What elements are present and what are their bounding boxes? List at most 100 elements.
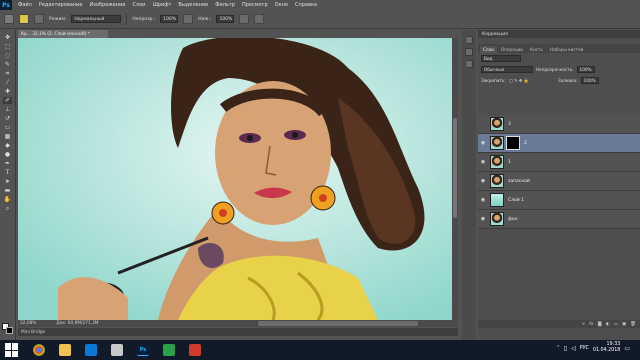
start-icon	[5, 343, 11, 350]
trash-icon[interactable]: 🗑	[630, 322, 636, 327]
mask-icon[interactable]: ◙	[597, 322, 601, 327]
hand-tool-icon[interactable]: ✋	[3, 196, 12, 203]
language-indicator[interactable]: РУС	[580, 346, 589, 351]
brush-size-icon[interactable]	[19, 14, 29, 24]
fx-icon[interactable]: fx	[589, 322, 593, 327]
layer-row[interactable]: ◉ Слой 1	[478, 191, 640, 210]
tab-brush[interactable]: Кисть	[527, 46, 546, 53]
photoshop-logo: Ps	[0, 0, 12, 10]
fill-field[interactable]: 100%	[580, 77, 599, 84]
link-icon[interactable]: ∞	[581, 322, 585, 327]
brush-panel-icon[interactable]	[34, 14, 44, 24]
menu-select[interactable]: Выделение	[178, 2, 208, 8]
brush-tool-icon[interactable]: ✐	[3, 97, 12, 104]
mode-select[interactable]: Нормальный	[71, 15, 122, 23]
document-tab[interactable]: Кр... 32,1% (2, Слой-маска/8) *	[18, 30, 108, 38]
vertical-scrollbar[interactable]	[452, 38, 458, 320]
history-brush-tool-icon[interactable]: ↺	[3, 115, 12, 122]
brush-preset-icon[interactable]	[4, 14, 14, 24]
layers-footer: ∞ fx ◙ ◐ ▭ ▣ 🗑	[478, 320, 640, 328]
chrome-icon[interactable]	[33, 344, 45, 356]
tab-brush-presets[interactable]: Наборы кистей	[547, 46, 586, 53]
blend-mode-select[interactable]: Обычные	[481, 66, 533, 73]
lock-icons[interactable]: ▢ ✎ ✥ 🔒	[509, 78, 529, 84]
marquee-tool-icon[interactable]: ⬚	[3, 43, 12, 50]
menu-file[interactable]: Файл	[18, 2, 32, 8]
healing-tool-icon[interactable]: ✚	[3, 88, 12, 95]
pressure-size-icon[interactable]	[254, 14, 265, 24]
lasso-tool-icon[interactable]: ◌	[3, 52, 12, 59]
start-button[interactable]	[5, 343, 19, 357]
layer-row[interactable]: ◉ запасной	[478, 172, 640, 191]
correction-panel-title[interactable]: Коррекция	[478, 30, 640, 38]
layer-row[interactable]: ◉ фон	[478, 210, 640, 229]
shape-tool-icon[interactable]: ▬	[3, 187, 12, 194]
zoom-tool-icon[interactable]: ⌕	[3, 205, 12, 212]
folder-icon[interactable]: ▭	[614, 322, 618, 327]
volume-icon[interactable]: ◁	[571, 345, 576, 352]
eraser-tool-icon[interactable]: ▭	[3, 124, 12, 131]
menu-image[interactable]: Изображение	[89, 2, 125, 8]
menu-layers[interactable]: Слои	[132, 2, 145, 8]
menu-filter[interactable]: Фильтр	[215, 2, 235, 8]
doc-size[interactable]: Док: 60,9M/271,3M	[56, 321, 98, 326]
layer-row[interactable]: ◉ 1	[478, 153, 640, 172]
gradient-tool-icon[interactable]: ▦	[3, 133, 12, 140]
airbrush-icon[interactable]	[239, 14, 250, 24]
opacity-field[interactable]: 100%	[160, 15, 179, 23]
move-tool-icon[interactable]: ✥	[3, 34, 12, 41]
photoshop-taskbar-icon[interactable]: Ps	[137, 344, 149, 356]
menu-window[interactable]: Окно	[275, 2, 288, 8]
background-color[interactable]	[6, 327, 13, 334]
recorder-icon[interactable]	[189, 344, 201, 356]
explorer-icon[interactable]	[59, 344, 71, 356]
menu-help[interactable]: Справка	[295, 2, 317, 8]
visibility-eye-icon[interactable]: ◉	[478, 178, 488, 184]
crop-tool-icon[interactable]: ⌗	[3, 70, 12, 77]
layer-row[interactable]: ◉ 2	[478, 134, 640, 153]
visibility-eye-icon[interactable]: ◉	[478, 216, 488, 222]
camtasia-icon[interactable]	[163, 344, 175, 356]
type-tool-icon[interactable]: T	[3, 169, 12, 176]
dodge-tool-icon[interactable]: ●	[3, 151, 12, 158]
visibility-eye-icon[interactable]: ◉	[478, 197, 488, 203]
clone-stamp-tool-icon[interactable]: ⊥	[3, 106, 12, 113]
scroll-thumb[interactable]	[453, 118, 457, 218]
layer-opacity-field[interactable]: 100%	[576, 66, 595, 73]
layer-row[interactable]: 3	[478, 115, 640, 134]
blur-tool-icon[interactable]: ◆	[3, 142, 12, 149]
menu-view[interactable]: Просмотр	[242, 2, 268, 8]
panel-dock	[462, 30, 476, 340]
new-layer-icon[interactable]: ▣	[622, 322, 626, 327]
tab-layers[interactable]: Слои	[480, 46, 497, 53]
adjust-icon[interactable]: ◐	[606, 322, 610, 327]
chevron-up-icon[interactable]: ˄	[557, 345, 560, 352]
layer-mask-thumbnail[interactable]	[506, 136, 520, 150]
tab-actions[interactable]: Операции	[498, 46, 526, 53]
menu-type[interactable]: Шрифт	[152, 2, 171, 8]
quick-select-tool-icon[interactable]: ✎	[3, 61, 12, 68]
eyedropper-tool-icon[interactable]: ⁄	[3, 79, 12, 86]
network-icon[interactable]: ▯	[564, 345, 567, 352]
properties-panel-icon[interactable]	[465, 48, 473, 56]
horizontal-scrollbar[interactable]	[258, 321, 418, 326]
pressure-field[interactable]: 100%	[216, 15, 235, 23]
pressure-opacity-icon[interactable]	[183, 14, 194, 24]
document-canvas[interactable]	[18, 38, 458, 320]
store-icon[interactable]	[85, 344, 97, 356]
visibility-eye-icon[interactable]: ◉	[478, 140, 488, 146]
color-swatches[interactable]	[2, 323, 14, 335]
pen-tool-icon[interactable]: ✒	[3, 160, 12, 167]
zoom-level[interactable]: 32,08%	[20, 321, 36, 326]
visibility-eye-icon[interactable]: ◉	[478, 159, 488, 165]
mini-bridge-bar[interactable]: Mini Bridge	[18, 328, 458, 336]
clock[interactable]: 19:33 01.04.2018	[593, 342, 620, 354]
history-panel-icon[interactable]	[465, 36, 473, 44]
notifications-icon[interactable]: ▭	[624, 345, 630, 352]
path-select-tool-icon[interactable]: ➤	[3, 178, 12, 185]
layer-filter-select[interactable]: Вид	[481, 55, 521, 62]
menu-edit[interactable]: Редактирование	[39, 2, 83, 8]
character-panel-icon[interactable]	[465, 60, 473, 68]
system-tray: ˄ ▯ ◁ РУС 19:33 01.04.2018 ▭	[557, 342, 630, 354]
calendar-icon[interactable]	[111, 344, 123, 356]
